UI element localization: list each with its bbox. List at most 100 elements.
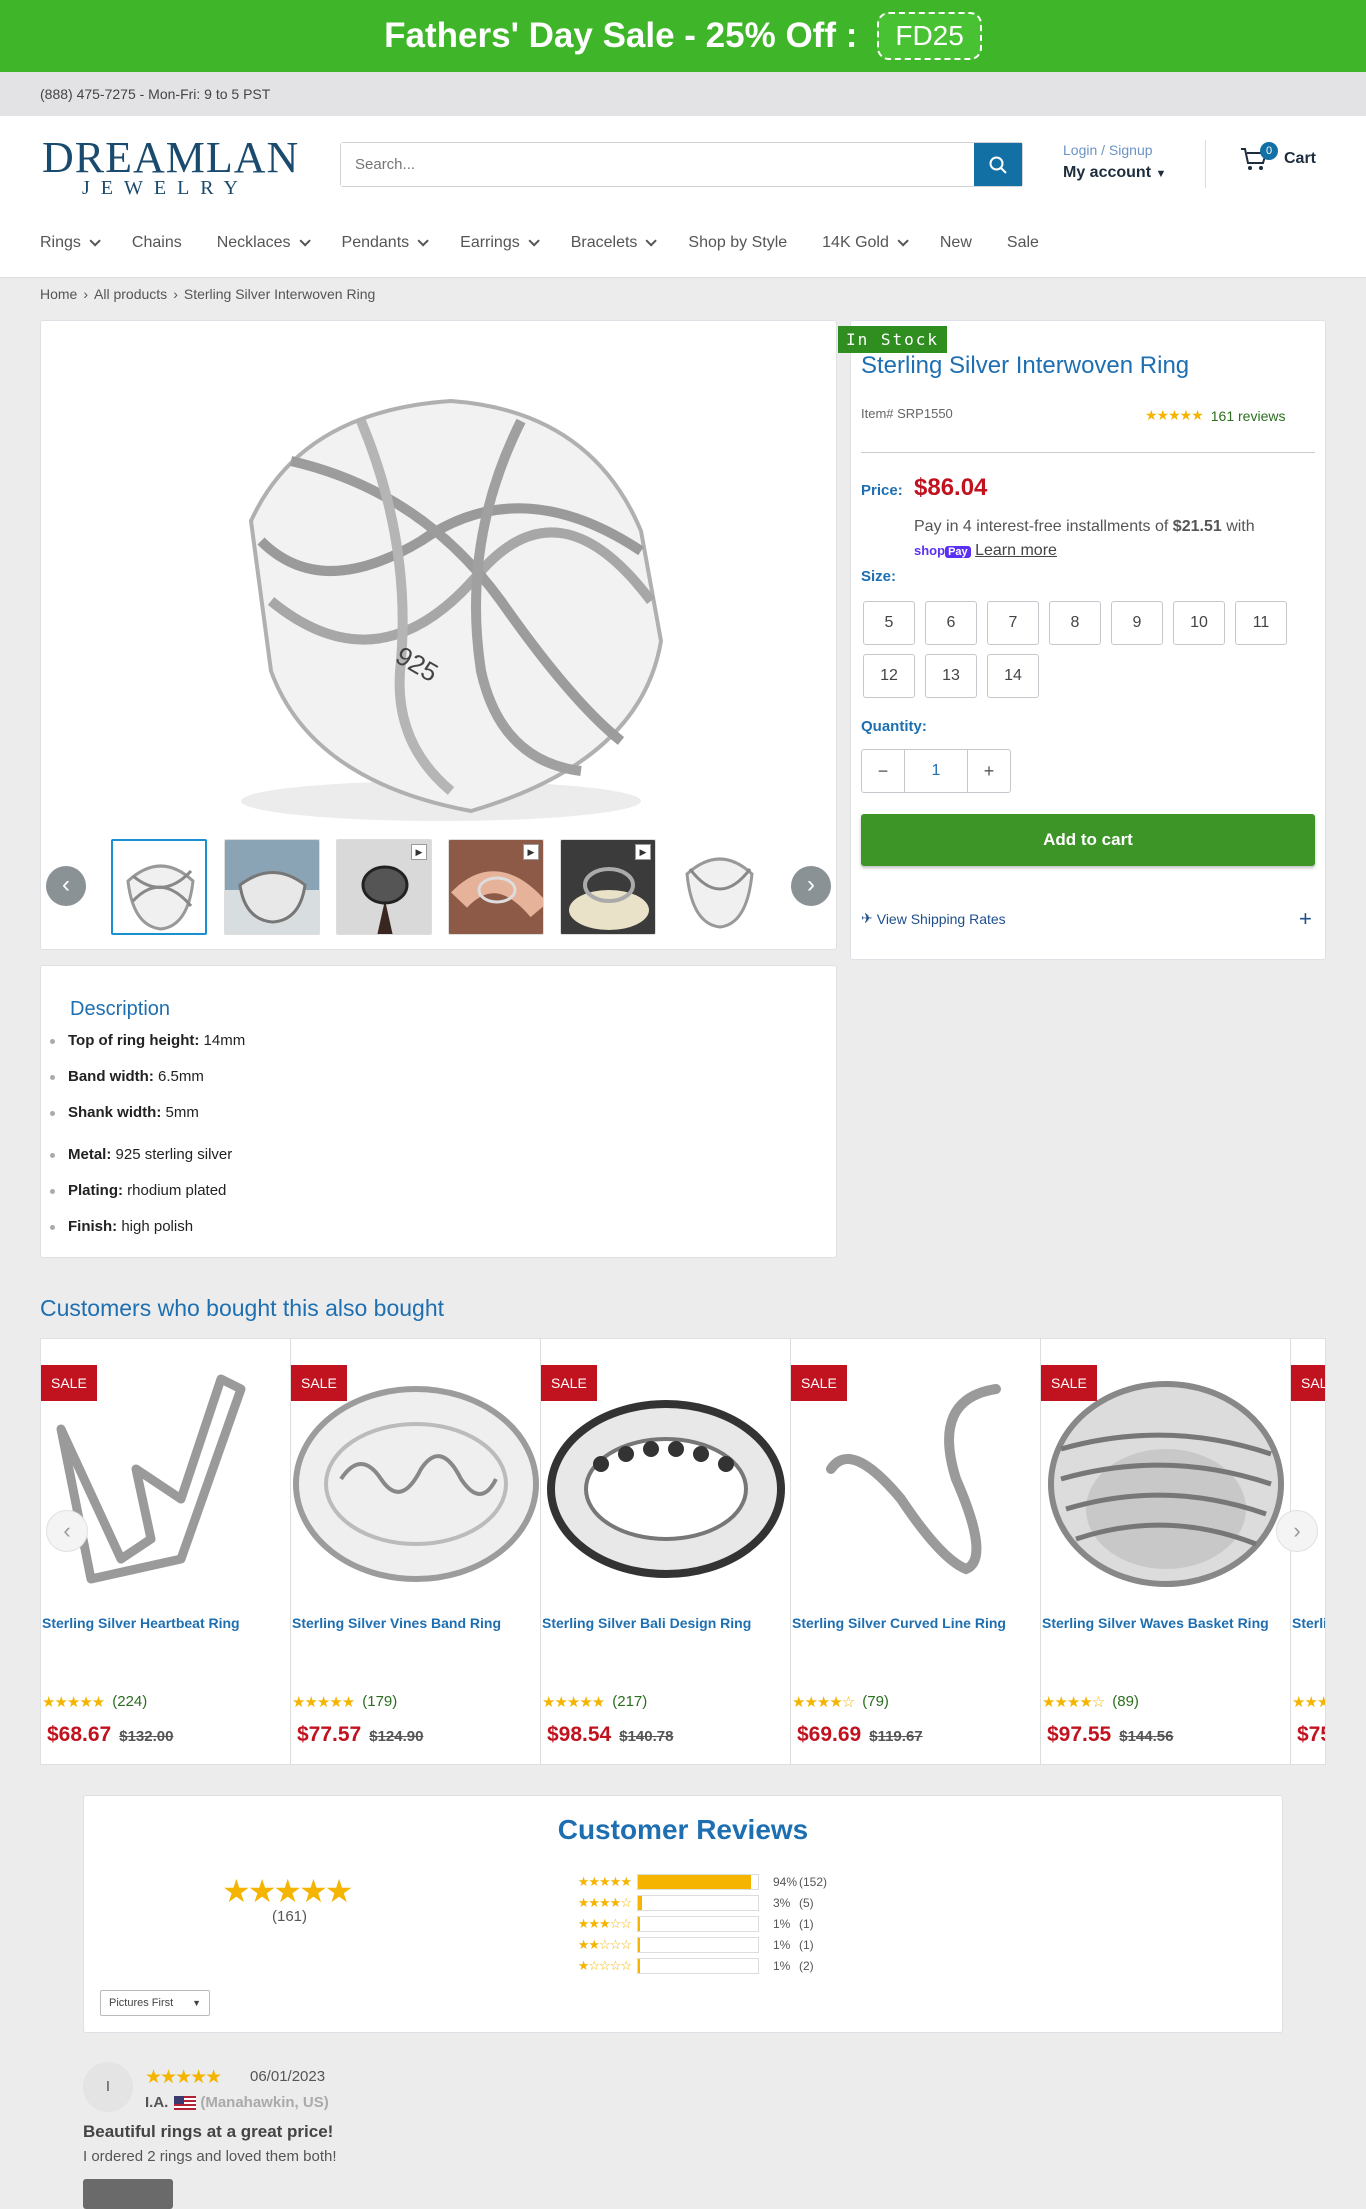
review-count-link[interactable]: 161 reviews (1211, 408, 1286, 424)
size-option[interactable]: 6 (925, 601, 977, 645)
product-card[interactable]: SALE Sterling Silver Vines Band Ring ★★★… (291, 1339, 541, 1764)
gallery-next-button[interactable]: › (791, 866, 831, 906)
nav-item-new[interactable]: New (940, 234, 972, 252)
product-name[interactable]: Sterli (1292, 1615, 1325, 1631)
site-header: DREAMLAND JEWELRY Login / Signup My acco… (0, 116, 1366, 278)
product-rating: ★★★★★ (224) (42, 1693, 148, 1711)
carousel-prev-button[interactable]: ‹ (46, 1510, 88, 1552)
gallery-thumb[interactable]: ▶ (448, 839, 544, 935)
spec-item: Finish: high polish (49, 1218, 245, 1254)
nav-item-bracelets[interactable]: Bracelets (571, 234, 658, 252)
product-rating: ★★★★★ (179) (292, 1693, 398, 1711)
size-option[interactable]: 5 (863, 601, 915, 645)
product-main-image[interactable]: 925 (121, 341, 761, 841)
histogram-row[interactable]: ★☆☆☆☆ 1% (2) (539, 1956, 814, 1976)
also-bought-carousel: SALE Sterling Silver Heartbeat Ring ★★★★… (40, 1338, 1326, 1765)
promo-code: FD25 (877, 12, 982, 60)
nav-item-pendants[interactable]: Pendants (342, 234, 429, 252)
shipping-rates-toggle[interactable]: ✈ View Shipping Rates (861, 910, 1006, 927)
nav-item-chains[interactable]: Chains (132, 234, 182, 252)
gallery-thumb[interactable] (672, 839, 768, 935)
average-rating-stars-icon: ★★★★★ (222, 1873, 353, 1909)
carousel-next-button[interactable]: › (1276, 1510, 1318, 1552)
gallery-prev-button[interactable]: ‹ (46, 866, 86, 906)
quantity-stepper: − 1 + (861, 749, 1011, 793)
search-button[interactable] (974, 143, 1022, 186)
learn-more-link[interactable]: Learn more (975, 542, 1057, 559)
breadcrumb-all-products[interactable]: All products (94, 286, 167, 302)
phone-hours: (888) 475-7275 - Mon-Fri: 9 to 5 PST (40, 86, 271, 102)
star-rating-icon: ★★★★★ (1145, 407, 1204, 423)
star-rating-icon: ★★★★★ (145, 2067, 222, 2088)
size-option[interactable]: 9 (1111, 601, 1163, 645)
nav-item-shop-by-style[interactable]: Shop by Style (688, 234, 787, 252)
search-icon (989, 156, 1007, 174)
product-card[interactable]: SALE Sterling Silver Waves Basket Ring ★… (1041, 1339, 1291, 1764)
size-option[interactable]: 12 (863, 654, 915, 698)
rating-summary[interactable]: ★★★★★ 161 reviews (1145, 407, 1285, 424)
gallery-thumb[interactable] (111, 839, 207, 935)
installments-info: Pay in 4 interest-free installments of $… (914, 518, 1255, 559)
gallery-thumb[interactable]: ▶ (560, 839, 656, 935)
size-option[interactable]: 13 (925, 654, 977, 698)
login-link[interactable]: Login / Signup (1063, 142, 1166, 158)
nav-item-14k-gold[interactable]: 14K Gold (822, 234, 909, 252)
product-rating: ★★★★★ (217) (542, 1693, 648, 1711)
shop-pay-logo: shop Pay (914, 543, 971, 558)
star-rating-icon: ★★★★☆ (792, 1694, 855, 1711)
product-name[interactable]: Sterling Silver Curved Line Ring (792, 1615, 1037, 1631)
product-card[interactable]: SALE Sterling Silver Curved Line Ring ★★… (791, 1339, 1041, 1764)
review-photo[interactable] (83, 2179, 173, 2209)
description-title: Description (70, 998, 171, 1020)
reviewer-name: I.A. (Manahawkin, US) (145, 2094, 329, 2111)
product-card[interactable]: SALE Sterli ★★★★★ $75 (1291, 1339, 1325, 1764)
my-account-dropdown[interactable]: My account ▼ (1063, 164, 1166, 182)
quantity-increase-button[interactable]: + (968, 750, 1010, 792)
review-sort-select[interactable]: Pictures First ▼ (100, 1990, 210, 2016)
airplane-icon: ✈ (861, 910, 873, 926)
cart-link[interactable]: 0 Cart (1240, 142, 1316, 172)
nav-item-earrings[interactable]: Earrings (460, 234, 540, 252)
histogram-row[interactable]: ★★☆☆☆ 1% (1) (539, 1935, 814, 1955)
gallery-thumb[interactable] (224, 839, 320, 935)
star-rating-icon: ★★★★★ (542, 1694, 605, 1711)
product-price: $77.57 $124.90 (297, 1723, 424, 1746)
star-rating-icon: ★★★☆☆ (577, 1916, 632, 1931)
nav-item-sale[interactable]: Sale (1007, 234, 1039, 252)
product-card[interactable]: SALE Sterling Silver Heartbeat Ring ★★★★… (41, 1339, 291, 1764)
account-menu[interactable]: Login / Signup My account ▼ (1063, 142, 1166, 182)
product-name[interactable]: Sterling Silver Waves Basket Ring (1042, 1615, 1287, 1631)
breadcrumb-current: Sterling Silver Interwoven Ring (183, 286, 376, 302)
product-name[interactable]: Sterling Silver Vines Band Ring (292, 1615, 537, 1631)
quantity-decrease-button[interactable]: − (862, 750, 904, 792)
logo[interactable]: DREAMLAND JEWELRY (40, 133, 331, 200)
gallery-thumb[interactable]: ▶ (336, 839, 432, 935)
description-list: Top of ring height: 14mm Band width: 6.5… (49, 1032, 245, 1254)
size-option[interactable]: 8 (1049, 601, 1101, 645)
product-name[interactable]: Sterling Silver Heartbeat Ring (42, 1615, 287, 1631)
size-option[interactable]: 10 (1173, 601, 1225, 645)
nav-item-necklaces[interactable]: Necklaces (217, 234, 311, 252)
add-to-cart-button[interactable]: Add to cart (861, 814, 1315, 866)
quantity-input[interactable]: 1 (904, 750, 968, 792)
product-price: $75 (1297, 1723, 1325, 1746)
nav-item-rings[interactable]: Rings (40, 234, 101, 252)
logo-main: DREAMLAND (42, 134, 300, 182)
breadcrumb: Home › All products › Sterling Silver Interw… (40, 286, 375, 302)
play-icon: ▶ (523, 844, 539, 860)
size-option[interactable]: 11 (1235, 601, 1287, 645)
product-name[interactable]: Sterling Silver Bali Design Ring (542, 1615, 787, 1631)
divider (861, 452, 1315, 453)
spec-item: Metal: 925 sterling silver (49, 1146, 245, 1182)
histogram-row[interactable]: ★★★★★ 94% (152) (539, 1872, 827, 1892)
breadcrumb-home[interactable]: Home (40, 286, 77, 302)
histogram-row[interactable]: ★★★☆☆ 1% (1) (539, 1914, 814, 1934)
size-option[interactable]: 7 (987, 601, 1039, 645)
expand-plus-icon[interactable]: + (1299, 906, 1312, 932)
histogram-row[interactable]: ★★★★☆ 3% (5) (539, 1893, 814, 1913)
product-card[interactable]: SALE Sterling Silver Bali Design Ring ★★… (541, 1339, 791, 1764)
size-option[interactable]: 14 (987, 654, 1039, 698)
sale-badge: SALE (791, 1365, 847, 1401)
search-input[interactable] (341, 143, 974, 186)
quantity-label: Quantity: (861, 718, 927, 735)
